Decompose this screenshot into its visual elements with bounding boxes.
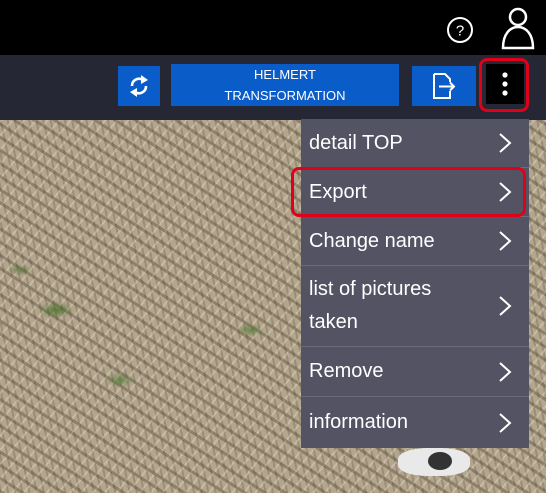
chevron-right-icon [499,296,512,316]
helmert-transformation-button[interactable]: HELMERT TRANSFORMATION [171,64,399,106]
chevron-right-icon [499,231,512,251]
photo-object-shadow [428,452,452,470]
chevron-right-icon [499,361,512,382]
help-circle-icon[interactable]: ? [446,16,474,44]
chevron-right-icon [499,133,512,153]
chevron-right-icon [499,412,512,433]
menu-item-label: information [309,411,408,433]
user-icon[interactable] [500,6,536,50]
helmert-label-line1: HELMERT [254,67,316,82]
top-bar: ? [0,0,546,55]
sync-icon [130,75,148,97]
menu-item-information[interactable]: information [301,397,529,448]
menu-item-label: Remove [309,360,384,382]
menu-item-detail-top[interactable]: detail TOP [301,119,529,168]
menu-item-label: list of pictures taken [309,278,432,333]
file-export-button[interactable] [412,66,476,106]
more-button-highlight [479,58,529,112]
file-export-icon [433,73,456,99]
export-highlight [291,167,526,217]
menu-item-remove[interactable]: Remove [301,347,529,397]
helmert-label-line2: TRANSFORMATION [224,88,346,103]
menu-item-list-of-pictures-taken[interactable]: list of pictures taken [301,266,529,347]
menu-item-label: detail TOP [309,131,403,154]
sync-button[interactable] [118,66,160,106]
svg-text:?: ? [456,23,464,40]
menu-item-label: Change name [309,229,435,252]
menu-item-change-name[interactable]: Change name [301,217,529,266]
